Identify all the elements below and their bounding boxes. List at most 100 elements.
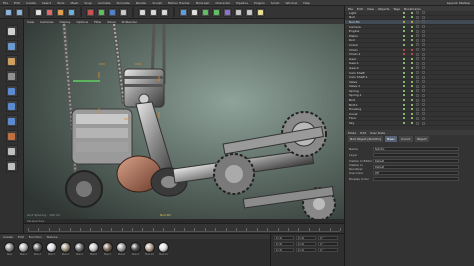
undo-icon[interactable] [4,7,13,17]
object-name[interactable]: Bolt [349,98,397,102]
object-name[interactable]: Null.Pin [349,20,397,24]
material-tag-icon[interactable] [422,112,425,116]
visibility-dot-icon[interactable] [403,66,405,69]
x-axis-icon[interactable] [86,7,95,17]
tag-icon[interactable] [416,38,419,42]
render-dot-icon[interactable] [411,30,413,33]
render-dot-icon[interactable] [411,122,413,125]
menu-help[interactable]: Help [303,1,310,5]
object-menu-bookmarks[interactable]: Bookmarks [404,7,421,11]
attribute-value-field[interactable]: Null.Pin [373,147,459,151]
tag-icon[interactable] [416,57,419,61]
material-item[interactable]: Mat.8 [116,242,127,256]
tag-icon[interactable] [416,20,419,24]
coordinate-field[interactable]: 0 cm [296,248,316,252]
visibility-dot-icon[interactable] [403,34,405,37]
enable-axis-icon[interactable] [5,130,18,142]
menu-select[interactable]: Select [42,1,51,5]
render-dot-icon[interactable] [411,108,413,111]
menu-snap[interactable]: Snap [84,1,92,5]
light-icon[interactable] [256,7,265,17]
render-dot-icon[interactable] [411,43,413,46]
render-dot-icon[interactable] [411,99,413,102]
snap-icon[interactable] [5,145,18,157]
tag-icon[interactable] [416,15,419,19]
tag-icon[interactable] [416,34,419,38]
render-dot-icon[interactable] [411,117,413,120]
polygons-mode-icon[interactable] [5,115,18,127]
tag-icon[interactable] [416,75,419,79]
material-swatch[interactable] [144,242,155,253]
material-tag-icon[interactable] [422,25,425,29]
material-tag-icon[interactable] [422,43,425,47]
object-name[interactable]: Camera [349,25,397,29]
material-menu-texture[interactable]: Texture [47,235,58,239]
object-menu-view[interactable]: View [367,7,374,11]
menu-render[interactable]: Render [136,1,147,5]
visibility-dot-icon[interactable] [403,89,405,92]
material-tag-icon[interactable] [422,84,425,88]
attribute-value-field[interactable] [373,153,459,157]
render-dot-icon[interactable] [411,94,413,97]
material-swatch[interactable] [18,242,29,253]
material-item[interactable]: Mat.7 [102,242,113,256]
tag-icon[interactable] [416,52,419,56]
material-tag-icon[interactable] [422,34,425,38]
render-dot-icon[interactable] [411,34,413,37]
camera-icon[interactable] [245,7,254,17]
attribute-menu-user-data[interactable]: User Data [370,131,385,135]
render-dot-icon[interactable] [411,89,413,92]
material-menu-create[interactable]: Create [3,235,13,239]
material-swatch[interactable] [4,242,15,253]
render-picture-viewer-icon[interactable] [149,7,158,17]
visibility-dot-icon[interactable] [403,94,405,97]
material-item[interactable]: Mat.5 [74,242,85,256]
visibility-dot-icon[interactable] [403,112,405,115]
render-dot-icon[interactable] [411,48,413,51]
object-name[interactable]: Gear [349,57,397,61]
render-view-icon[interactable] [138,7,147,17]
layout-selector[interactable]: Layout: Startup [447,1,470,5]
viewport-menu-filter[interactable]: Filter [94,20,101,24]
material-item[interactable]: Mat [4,242,15,256]
object-name[interactable]: Gear.2 [349,66,397,70]
menu-plugins[interactable]: Plugins [254,1,265,5]
material-tag-icon[interactable] [422,15,425,19]
live-selection-icon[interactable] [34,7,43,17]
material-tag-icon[interactable] [422,103,425,107]
material-swatch[interactable] [46,242,57,253]
material-tag-icon[interactable] [422,98,425,102]
menu-window[interactable]: Window [285,1,297,5]
viewport-menu-options[interactable]: Options [77,20,89,24]
coordinate-field[interactable]: 0 cm [274,248,294,252]
object-name[interactable]: Spring [349,89,397,93]
object-name[interactable]: Valve.1 [349,84,397,88]
tag-icon[interactable] [416,107,419,111]
viewport-menu-panel[interactable]: Panel [108,20,116,24]
object-name[interactable]: Sky [349,121,397,125]
workplane-icon[interactable] [5,70,18,82]
visibility-dot-icon[interactable] [403,85,405,88]
menu-mesh[interactable]: Mesh [70,1,78,5]
menu-motion-tracker[interactable]: Motion Tracker [168,1,190,5]
render-dot-icon[interactable] [411,112,413,115]
material-tag-icon[interactable] [422,11,425,15]
object-name[interactable]: Cover [349,112,397,116]
menu-pipeline[interactable]: Pipeline [236,1,248,5]
object-name[interactable]: Cam Shaft.1 [349,75,397,79]
tag-icon[interactable] [416,112,419,116]
material-item[interactable]: Mat.9 [130,242,141,256]
object-name[interactable]: Valve [349,80,397,84]
object-row[interactable]: Sky [345,121,474,126]
cube-icon[interactable] [179,7,188,17]
object-name[interactable]: Cam Shaft [349,71,397,75]
visibility-dot-icon[interactable] [403,103,405,106]
material-swatch[interactable] [74,242,85,253]
material-swatch[interactable] [116,242,127,253]
material-tag-icon[interactable] [422,75,425,79]
object-name[interactable]: Housing [349,107,397,111]
texture-mode-icon[interactable] [5,55,18,67]
viewport-menu-cameras[interactable]: Cameras [40,20,53,24]
object-menu-edit[interactable]: Edit [357,7,363,11]
model-mode-icon[interactable] [5,40,18,52]
